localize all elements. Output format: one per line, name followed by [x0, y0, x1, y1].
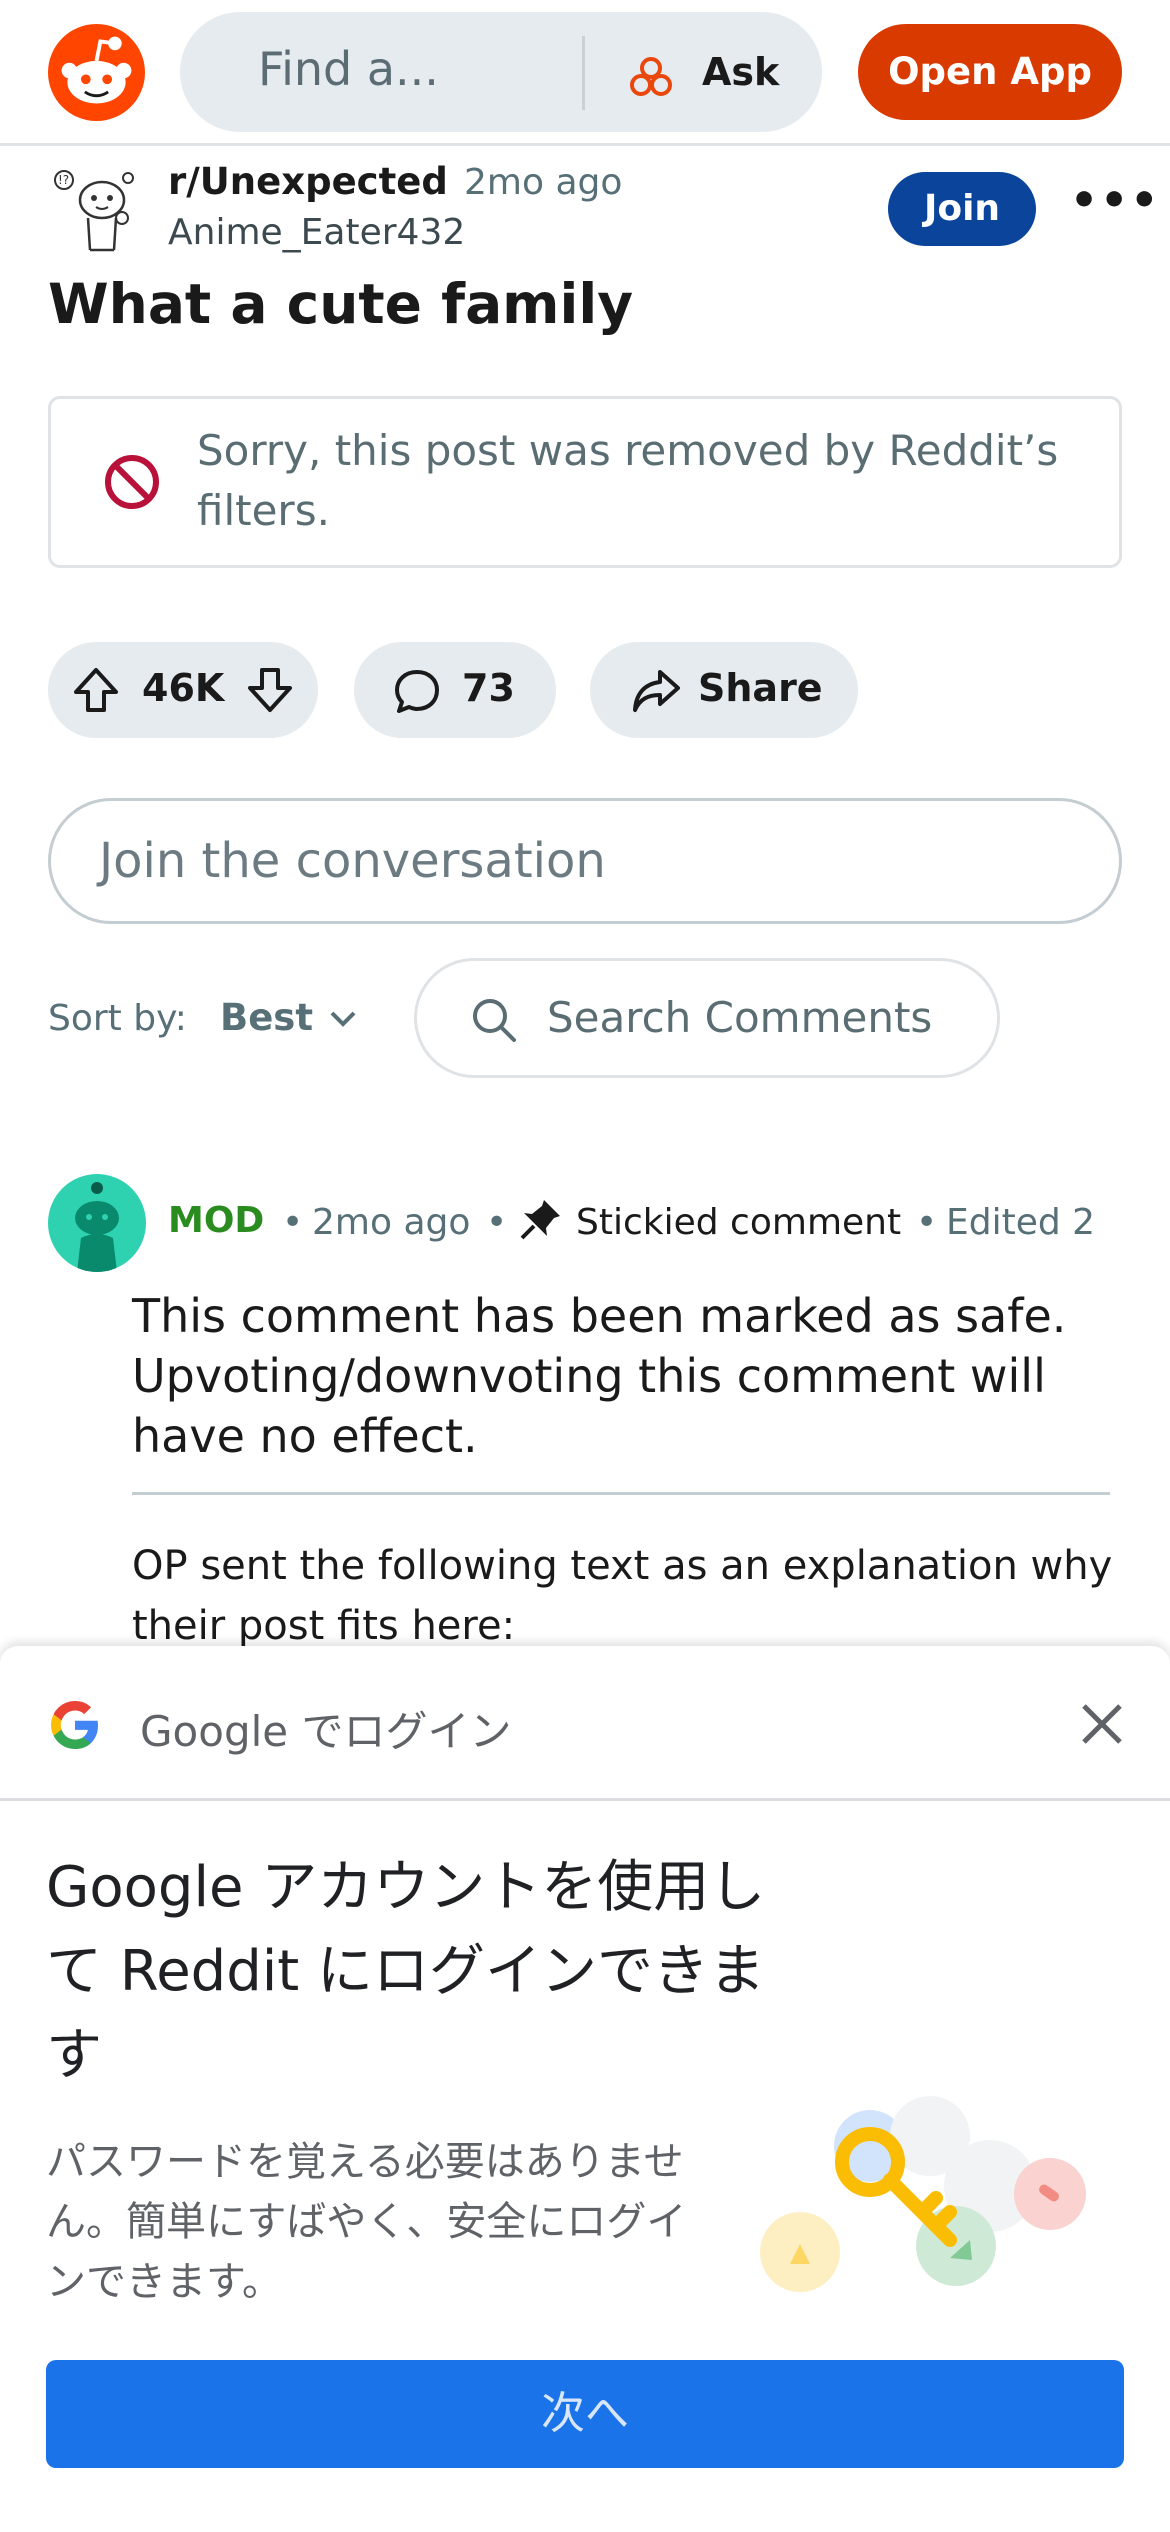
google-logo-icon — [51, 1701, 98, 1749]
close-icon[interactable] — [1074, 1696, 1130, 1752]
join-conversation-placeholder: Join the conversation — [99, 833, 606, 889]
google-sheet-title: Google でログイン — [140, 1707, 512, 1756]
sort-label: Sort by: — [48, 998, 187, 1039]
pin-icon — [520, 1200, 560, 1240]
removed-message: Sorry, this post was removed by Reddit’s… — [197, 426, 1059, 535]
meta-separator: • — [486, 1202, 508, 1243]
post-author[interactable]: Anime_Eater432 — [168, 212, 465, 253]
meta-separator: • — [916, 1202, 938, 1243]
sort-dropdown[interactable]: Best — [220, 996, 313, 1039]
join-button[interactable]: Join — [888, 172, 1036, 246]
upvote-icon[interactable] — [70, 664, 122, 716]
share-button[interactable]: Share — [590, 642, 858, 738]
comment-author[interactable]: MOD — [168, 1200, 264, 1241]
sheet-divider — [0, 1798, 1170, 1801]
comment-body-secondary: OP sent the following text as an explana… — [132, 1543, 1113, 1649]
ask-label[interactable]: Ask — [702, 50, 779, 94]
search-icon — [473, 999, 516, 1042]
more-options-icon[interactable]: ••• — [1070, 179, 1158, 232]
next-button[interactable]: 次へ — [46, 2360, 1124, 2468]
google-signin-sheet: Google でログイン Google アカウントを使用して Reddit にロ… — [0, 1646, 1170, 2532]
comments-button[interactable]: 73 — [354, 642, 556, 738]
top-bar: Find a... Ask Open App — [0, 0, 1170, 146]
comment-body: This comment has been marked as safe. Up… — [132, 1289, 1067, 1463]
comment-count: 73 — [462, 666, 515, 710]
subreddit-avatar-icon[interactable]: !? — [50, 160, 142, 258]
post-title: What a cute family — [48, 272, 634, 336]
search-placeholder[interactable]: Find a... — [258, 42, 439, 96]
removed-notice: Sorry, this post was removed by Reddit’s… — [48, 396, 1122, 568]
reddit-logo-icon[interactable] — [48, 24, 145, 121]
search-divider — [582, 36, 585, 110]
downvote-icon[interactable] — [244, 664, 296, 716]
google-sheet-headline: Google アカウントを使用して Reddit にログインできます — [46, 1855, 766, 2088]
open-app-button[interactable]: Open App — [858, 24, 1122, 120]
join-conversation-input[interactable]: Join the conversation — [48, 798, 1122, 924]
key-illustration-icon — [760, 2096, 1086, 2292]
search-comments-input[interactable]: Search Comments — [414, 958, 1000, 1078]
comment-icon — [395, 670, 439, 713]
vote-pill: 46K — [48, 642, 318, 738]
search-bar[interactable]: Find a... Ask — [180, 12, 822, 132]
comment-time: 2mo ago — [312, 1202, 471, 1243]
share-label: Share — [698, 666, 823, 710]
meta-separator: • — [282, 1202, 304, 1243]
blocked-icon — [105, 455, 159, 509]
share-icon — [633, 670, 680, 712]
post-time: 2mo ago — [464, 162, 623, 203]
svg-text:!?: !? — [58, 173, 69, 187]
google-sheet-body: パスワードを覚える必要はありません。簡単にすばやく、安全にログインできます。 — [46, 2139, 687, 2305]
search-comments-placeholder: Search Comments — [547, 993, 933, 1042]
chevron-down-icon[interactable] — [326, 1004, 360, 1034]
stickied-label: Stickied comment — [576, 1202, 902, 1243]
ask-icon[interactable] — [628, 54, 674, 100]
subreddit-name[interactable]: r/Unexpected — [168, 160, 448, 203]
mod-avatar[interactable] — [48, 1174, 146, 1272]
edited-label: Edited 2 — [946, 1202, 1096, 1243]
comment-divider — [132, 1492, 1110, 1495]
vote-count: 46K — [142, 666, 225, 710]
